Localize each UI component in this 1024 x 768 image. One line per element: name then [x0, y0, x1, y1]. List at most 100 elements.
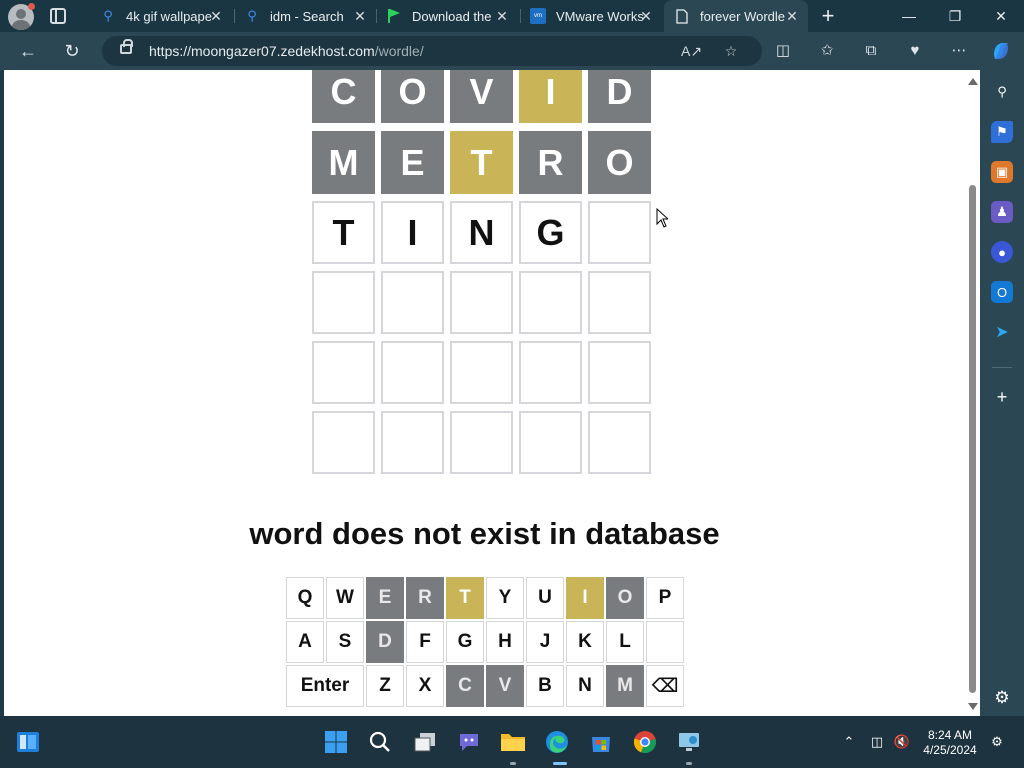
close-tab-icon[interactable]: ✕	[208, 8, 224, 24]
key-c[interactable]: C	[446, 665, 484, 707]
key-i[interactable]: I	[566, 577, 604, 619]
key-v[interactable]: V	[486, 665, 524, 707]
remote-desktop-icon[interactable]	[675, 728, 703, 756]
key-u[interactable]: U	[526, 577, 564, 619]
close-window-icon[interactable]: ✕	[978, 0, 1024, 32]
grid-cell	[450, 341, 513, 404]
system-clock[interactable]: 8:24 AM 4/25/2024	[916, 728, 984, 758]
notification-bell-icon[interactable]: ⚙	[988, 733, 1006, 751]
edge-browser-icon[interactable]	[543, 728, 571, 756]
grid-cell	[450, 411, 513, 474]
key-b[interactable]: B	[526, 665, 564, 707]
key-y[interactable]: Y	[486, 577, 524, 619]
grid-cell: E	[381, 131, 444, 194]
key-f[interactable]: F	[406, 621, 444, 663]
network-icon[interactable]: ◫	[868, 733, 886, 751]
tab-idm-search[interactable]: ⚲ idm - Search ✕	[234, 0, 376, 32]
key-q[interactable]: Q	[286, 577, 324, 619]
grid-cell: G	[519, 201, 582, 264]
restore-icon[interactable]: ❐	[932, 0, 978, 32]
scroll-down-icon[interactable]	[968, 703, 978, 710]
tab-actions-icon[interactable]	[50, 8, 66, 24]
search-icon[interactable]: ⚲	[991, 81, 1013, 103]
outlook-icon[interactable]: O	[991, 281, 1013, 303]
refresh-icon[interactable]: ↻	[61, 40, 83, 62]
key-w[interactable]: W	[326, 577, 364, 619]
more-menu-icon[interactable]: ⋯	[948, 40, 970, 62]
windows-taskbar: ⌃ ◫ 🔇 8:24 AM 4/25/2024 ⚙	[0, 716, 1024, 768]
collections-icon[interactable]: ⧉	[860, 40, 882, 62]
grid-cell	[588, 271, 651, 334]
key-k[interactable]: K	[566, 621, 604, 663]
favorite-star-icon[interactable]: ☆	[721, 41, 741, 61]
key-a[interactable]: A	[286, 621, 324, 663]
read-aloud-icon[interactable]: A↗	[681, 41, 702, 61]
key-o[interactable]: O	[606, 577, 644, 619]
key-s[interactable]: S	[326, 621, 364, 663]
tab-forever-wordle[interactable]: forever Wordle ✕	[664, 0, 808, 32]
start-windows-icon[interactable]	[322, 728, 350, 756]
clock-time: 8:24 AM	[927, 728, 973, 742]
address-bar[interactable]: https://moongazer07.zedekhost.com/wordle…	[102, 36, 762, 66]
key-z[interactable]: Z	[366, 665, 404, 707]
chrome-icon[interactable]	[631, 728, 659, 756]
key-h[interactable]: H	[486, 621, 524, 663]
backspace-icon[interactable]: ⌫	[646, 665, 684, 707]
add-icon[interactable]: +	[991, 386, 1013, 408]
search-icon[interactable]	[366, 728, 394, 756]
favorites-icon[interactable]: ✩	[816, 40, 838, 62]
key-d[interactable]: D	[366, 621, 404, 663]
close-tab-icon[interactable]: ✕	[494, 8, 510, 24]
key-n[interactable]: N	[566, 665, 604, 707]
key-blank[interactable]	[646, 621, 684, 663]
performance-icon[interactable]: ♥	[904, 40, 926, 62]
running-indicator	[510, 762, 516, 765]
split-screen-icon[interactable]: ◫	[772, 40, 794, 62]
key-r[interactable]: R	[406, 577, 444, 619]
edge-sidebar: ⚲ ⚑ ▣ ♟ ● O ➤ + ⚙	[980, 70, 1024, 716]
key-j[interactable]: J	[526, 621, 564, 663]
close-tab-icon[interactable]: ✕	[352, 8, 368, 24]
key-p[interactable]: P	[646, 577, 684, 619]
key-e[interactable]: E	[366, 577, 404, 619]
lock-icon[interactable]	[120, 39, 133, 54]
send-drop-icon[interactable]: ➤	[991, 321, 1013, 343]
key-g[interactable]: G	[446, 621, 484, 663]
tab-4k-gif[interactable]: ⚲ 4k gif wallpape ✕	[90, 0, 232, 32]
microsoft-store-icon[interactable]	[587, 728, 615, 756]
key-x[interactable]: X	[406, 665, 444, 707]
url-text[interactable]: https://moongazer07.zedekhost.com/wordle…	[149, 43, 424, 59]
grid-cell	[519, 341, 582, 404]
tab-vmware[interactable]: vm VMware Works ✕	[520, 0, 662, 32]
key-enter[interactable]: Enter	[286, 665, 364, 707]
key-l[interactable]: L	[606, 621, 644, 663]
tab-download[interactable]: Download the ✕	[376, 0, 518, 32]
close-tab-icon[interactable]: ✕	[638, 8, 654, 24]
grid-cell	[588, 341, 651, 404]
page-icon	[674, 8, 690, 24]
chevron-up-icon[interactable]: ⌃	[840, 733, 858, 751]
scroll-up-icon[interactable]	[968, 78, 978, 85]
games-icon[interactable]: ♟	[991, 201, 1013, 223]
page-scrollbar[interactable]	[965, 70, 980, 716]
new-tab-icon[interactable]: +	[818, 5, 838, 27]
shopping-tag-icon[interactable]: ⚑	[991, 121, 1013, 143]
microsoft-365-icon[interactable]: ●	[991, 241, 1013, 263]
volume-muted-icon[interactable]: 🔇	[893, 733, 911, 751]
back-icon[interactable]: ←	[17, 40, 39, 62]
tab-strip: ⚲ 4k gif wallpape ✕ ⚲ idm - Search ✕ Dow…	[0, 0, 1024, 32]
key-m[interactable]: M	[606, 665, 644, 707]
task-view-icon[interactable]	[411, 728, 439, 756]
running-indicator	[686, 762, 692, 765]
widgets-icon[interactable]	[14, 728, 42, 756]
settings-gear-icon[interactable]: ⚙	[991, 687, 1013, 709]
close-tab-icon[interactable]: ✕	[784, 8, 800, 24]
teams-chat-icon[interactable]	[455, 728, 483, 756]
grid-cell: R	[519, 131, 582, 194]
copilot-icon[interactable]	[990, 40, 1012, 62]
minimize-icon[interactable]: —	[886, 0, 932, 32]
file-explorer-icon[interactable]	[499, 728, 527, 756]
scrollbar-thumb[interactable]	[969, 185, 976, 693]
key-t[interactable]: T	[446, 577, 484, 619]
tools-briefcase-icon[interactable]: ▣	[991, 161, 1013, 183]
